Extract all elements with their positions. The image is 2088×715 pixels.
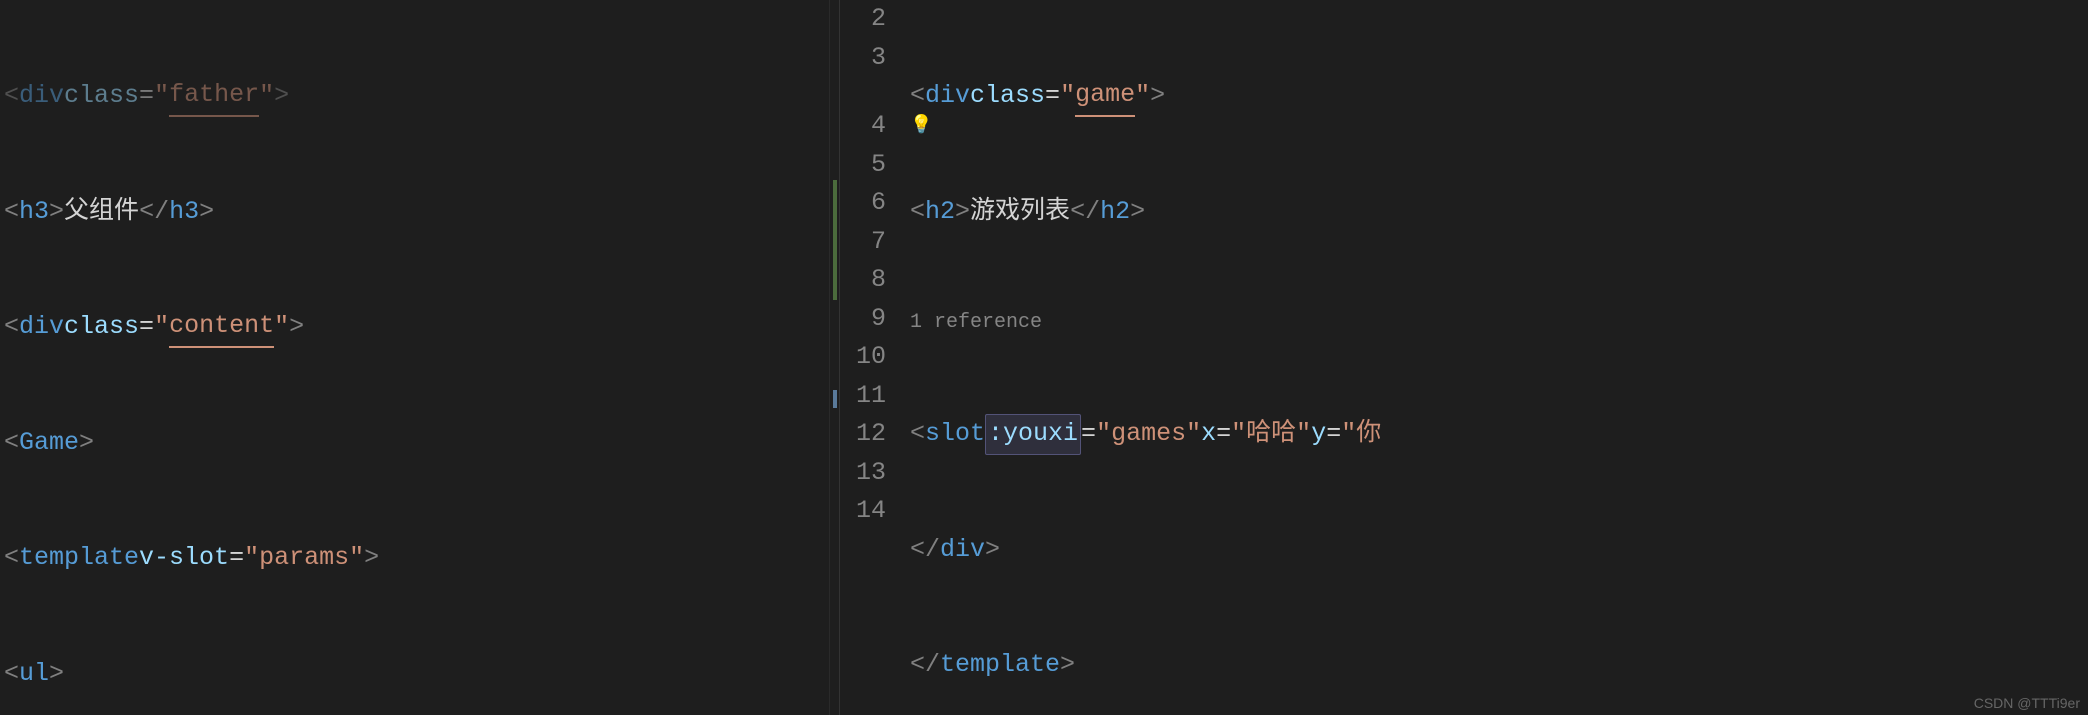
codelens-references[interactable]: 1 reference <box>910 304 1042 343</box>
left-code[interactable]: <div class="father"> <h3>父组件</h3> <div c… <box>0 0 839 715</box>
editor-left-pane[interactable]: <div class="father"> <h3>父组件</h3> <div c… <box>0 0 840 715</box>
watermark: CSDN @TTTi9er <box>1974 695 2080 711</box>
editor-right-pane[interactable]: 2 3 4💡 5 6 7 8 9 10 11 12 13 14 <div cla… <box>840 0 2088 715</box>
right-gutter: 2 3 4💡 5 6 7 8 9 10 11 12 13 14 <box>840 0 910 715</box>
lightbulb-icon[interactable]: 💡 <box>910 107 932 146</box>
left-minimap[interactable] <box>829 0 839 715</box>
right-code[interactable]: <div class="game"> <h2>游戏列表</h2> 1 refer… <box>910 0 1415 715</box>
